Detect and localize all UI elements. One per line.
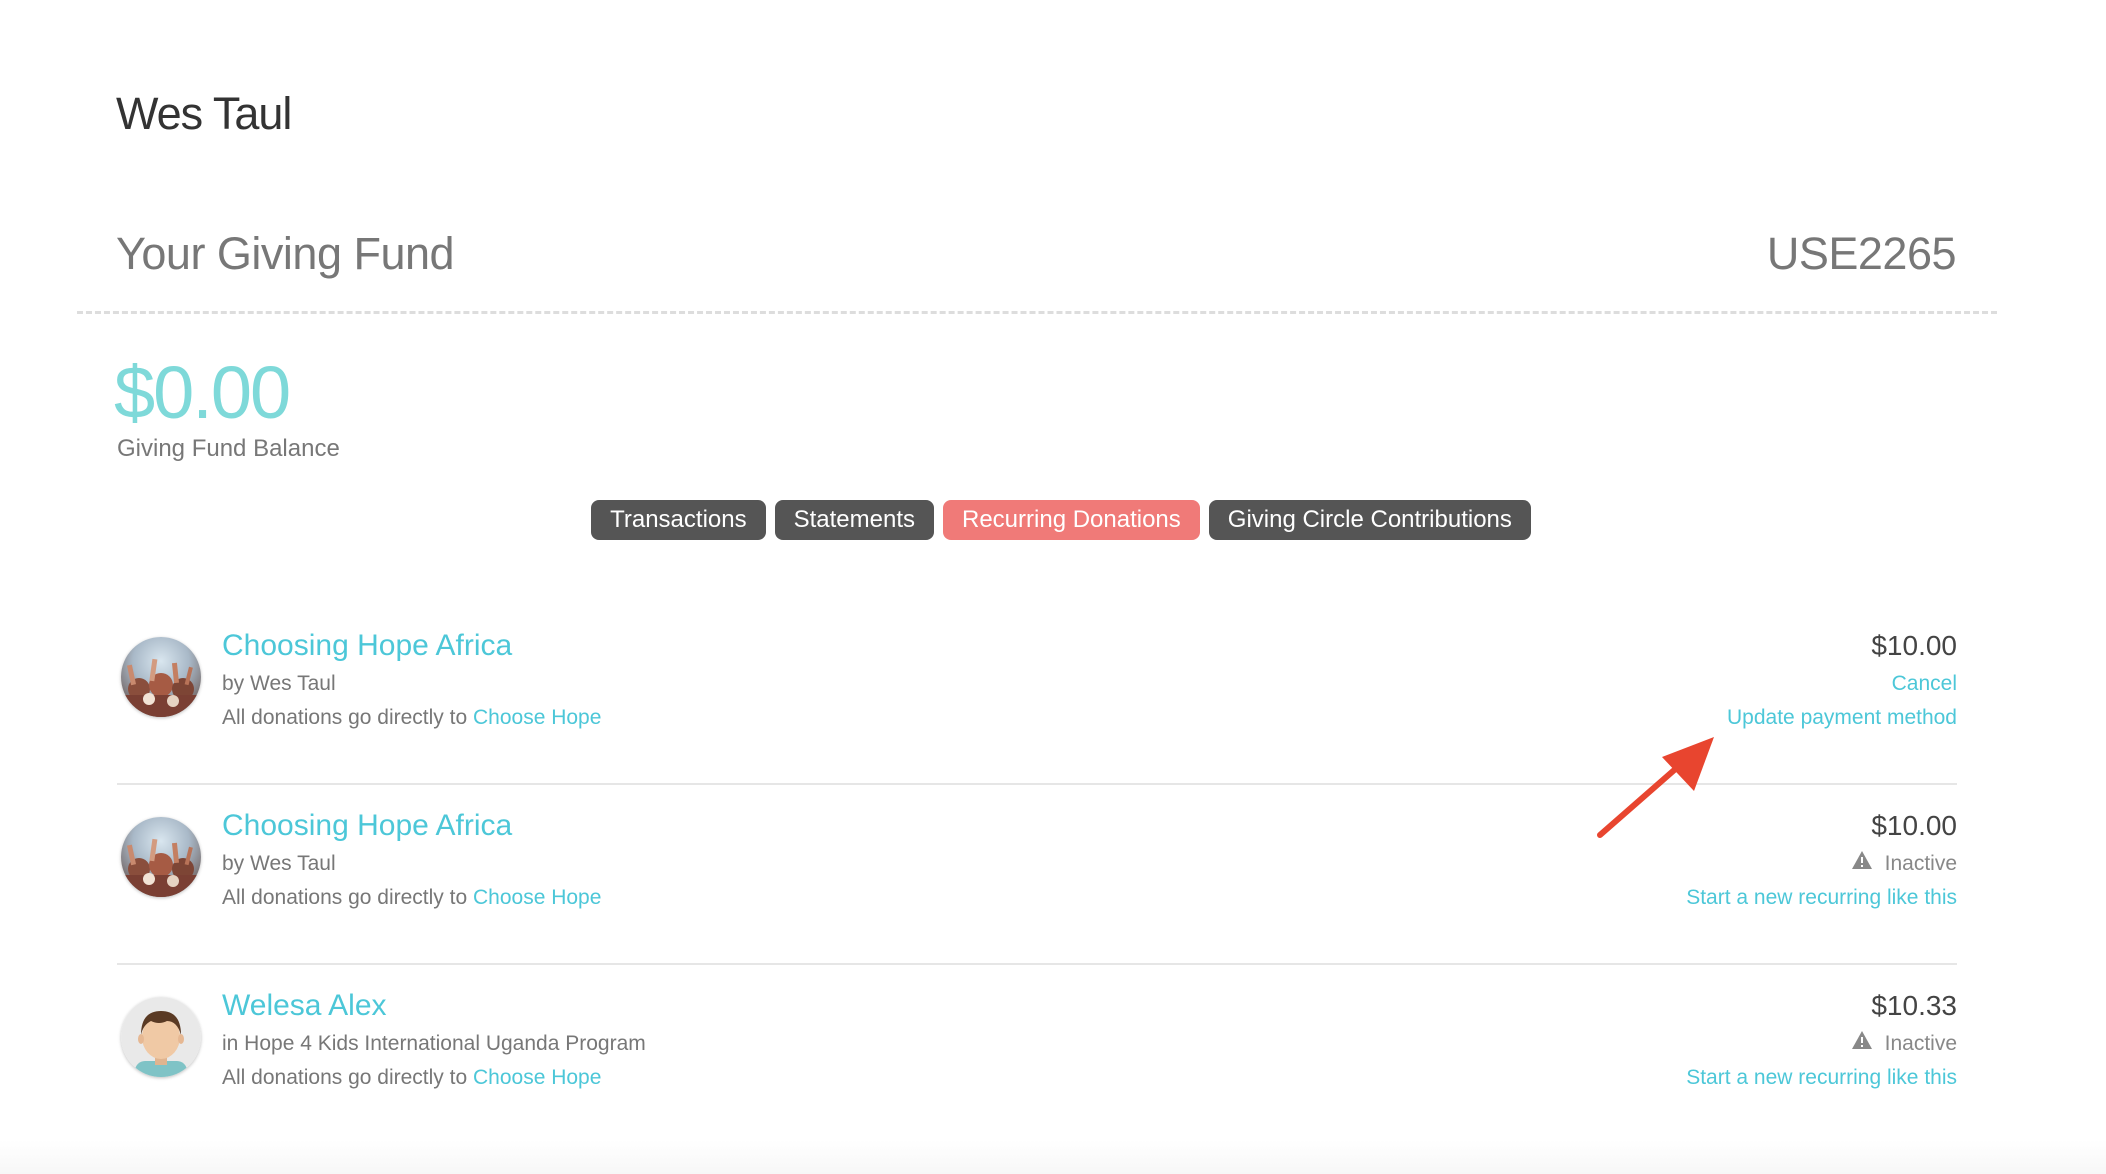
giving-fund-page: Wes Taul Your Giving Fund USE2265 $0.00 … bbox=[0, 0, 2106, 1174]
donation-actions: $10.00 Inactive Start a new recurring li… bbox=[1686, 805, 1957, 915]
choose-hope-link[interactable]: Choose Hope bbox=[473, 706, 601, 729]
fund-balance: $0.00 bbox=[114, 351, 291, 434]
donation-status: Inactive bbox=[1686, 1027, 1957, 1061]
tab-recurring-donations[interactable]: Recurring Donations bbox=[943, 500, 1200, 540]
donation-note: All donations go directly to Choose Hope bbox=[222, 701, 601, 735]
fund-title: Your Giving Fund bbox=[116, 228, 455, 279]
donation-note: All donations go directly to Choose Hope bbox=[222, 1061, 646, 1095]
crowd-photo-avatar bbox=[121, 637, 201, 717]
donation-info: Choosing Hope Africa by Wes Taul All don… bbox=[222, 805, 601, 915]
donation-status: Inactive bbox=[1686, 847, 1957, 881]
annotation-arrow-icon bbox=[1590, 735, 1720, 850]
donation-actions: $10.33 Inactive Start a new recurring li… bbox=[1686, 985, 1957, 1095]
donation-note-text: All donations go directly to bbox=[222, 886, 468, 909]
donation-note: All donations go directly to Choose Hope bbox=[222, 881, 601, 915]
donation-subtitle: in Hope 4 Kids International Uganda Prog… bbox=[222, 1032, 646, 1055]
inactive-status-label: Inactive bbox=[1884, 852, 1957, 875]
donation-subtitle: by Wes Taul bbox=[222, 672, 336, 695]
user-name: Wes Taul bbox=[116, 88, 292, 139]
donation-note-text: All donations go directly to bbox=[222, 706, 468, 729]
donation-actions: $10.00 Cancel Update payment method bbox=[1727, 625, 1957, 735]
donation-title-link[interactable]: Welesa Alex bbox=[222, 985, 646, 1027]
choose-hope-link[interactable]: Choose Hope bbox=[473, 886, 601, 909]
donation-title-link[interactable]: Choosing Hope Africa bbox=[222, 625, 601, 667]
tab-statements[interactable]: Statements bbox=[774, 500, 934, 540]
tab-bar: Transactions Statements Recurring Donati… bbox=[0, 500, 2106, 540]
fund-balance-label: Giving Fund Balance bbox=[117, 435, 340, 462]
boy-avatar bbox=[121, 997, 201, 1077]
donation-amount: $10.00 bbox=[1871, 630, 1957, 661]
donation-amount: $10.00 bbox=[1871, 810, 1957, 841]
donation-row: Welesa Alex in Hope 4 Kids International… bbox=[117, 965, 1957, 1143]
choose-hope-link[interactable]: Choose Hope bbox=[473, 1066, 601, 1089]
tab-transactions[interactable]: Transactions bbox=[591, 500, 766, 540]
recurring-donations-list: Choosing Hope Africa by Wes Taul All don… bbox=[117, 605, 1957, 1143]
donation-amount: $10.33 bbox=[1871, 990, 1957, 1021]
page-footer-edge bbox=[0, 1140, 2106, 1174]
donation-info: Welesa Alex in Hope 4 Kids International… bbox=[222, 985, 646, 1095]
start-new-recurring-link[interactable]: Start a new recurring like this bbox=[1686, 881, 1957, 915]
cancel-link[interactable]: Cancel bbox=[1727, 667, 1957, 701]
donation-note-text: All donations go directly to bbox=[222, 1066, 468, 1089]
crowd-photo-avatar bbox=[121, 817, 201, 897]
inactive-status-label: Inactive bbox=[1884, 1032, 1957, 1055]
fund-header: Your Giving Fund USE2265 bbox=[116, 228, 1957, 280]
dashed-divider bbox=[77, 311, 1997, 314]
update-payment-method-link[interactable]: Update payment method bbox=[1727, 701, 1957, 735]
warning-icon bbox=[1851, 1027, 1873, 1061]
donation-info: Choosing Hope Africa by Wes Taul All don… bbox=[222, 625, 601, 735]
warning-icon bbox=[1851, 847, 1873, 881]
tab-giving-circle-contributions[interactable]: Giving Circle Contributions bbox=[1208, 500, 1531, 540]
start-new-recurring-link[interactable]: Start a new recurring like this bbox=[1686, 1061, 1957, 1095]
donation-subtitle: by Wes Taul bbox=[222, 852, 336, 875]
fund-id: USE2265 bbox=[1766, 228, 1957, 279]
donation-title-link[interactable]: Choosing Hope Africa bbox=[222, 805, 601, 847]
